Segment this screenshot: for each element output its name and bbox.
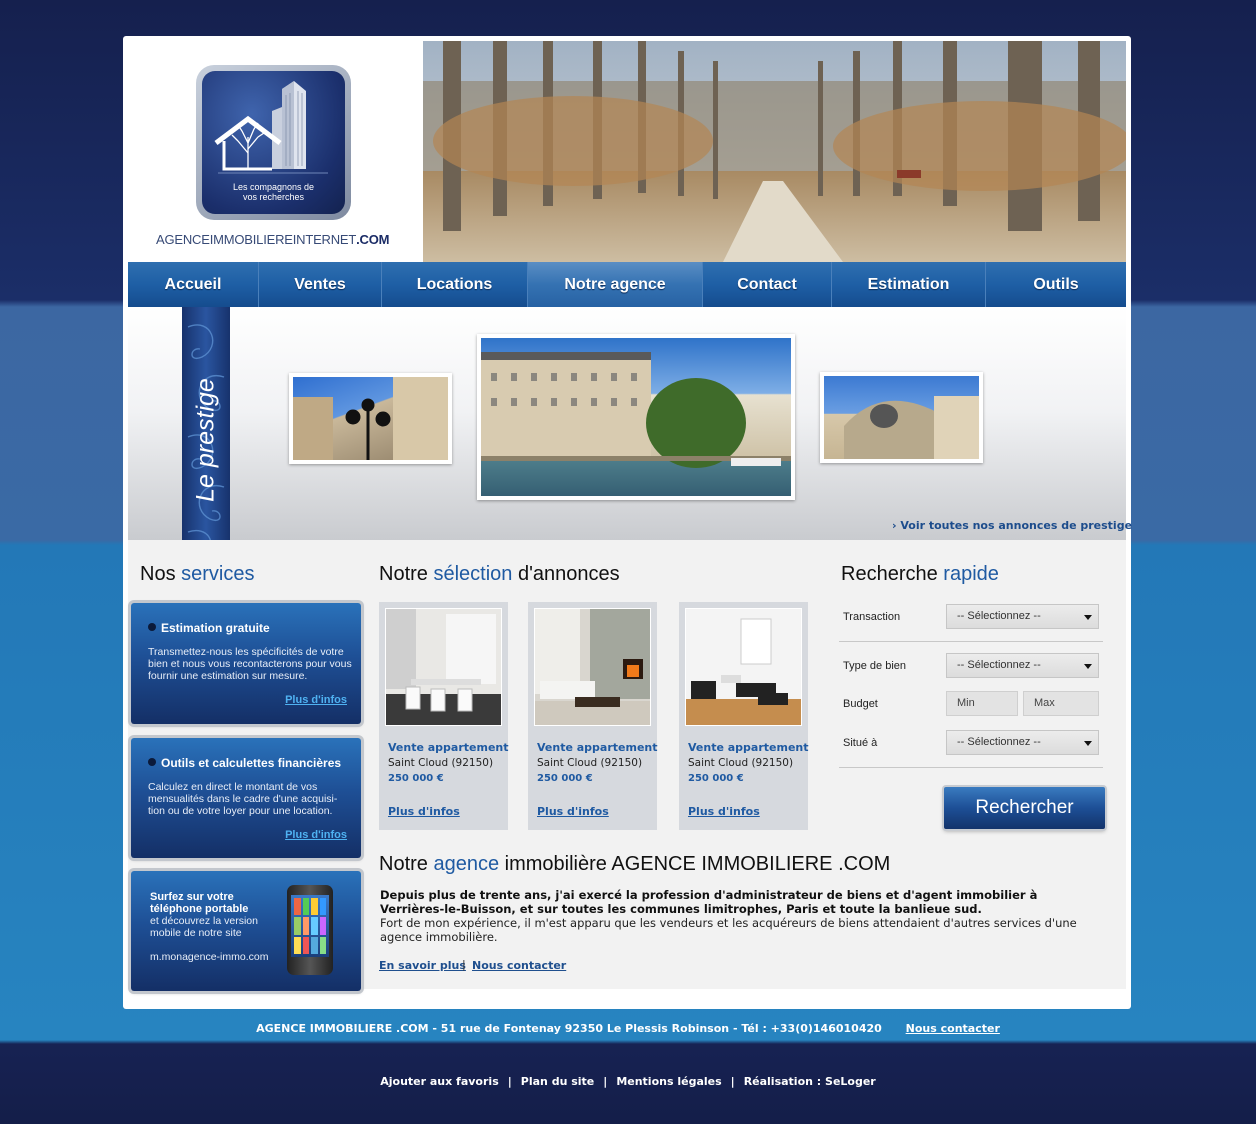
transaction-label: Transaction: [843, 611, 901, 623]
logo[interactable]: Les compagnons de vos recherches: [196, 65, 351, 220]
prestige-label: Le prestige: [191, 378, 220, 502]
listing-title: Vente appartement: [537, 741, 658, 754]
footer-link-sitemap[interactable]: Plan du site: [521, 1075, 595, 1088]
listing-link[interactable]: Plus d'infos: [688, 805, 760, 818]
main-nav: Accueil Ventes Locations Notre agence Co…: [128, 262, 1126, 307]
mobile-url[interactable]: m.monagence-immo.com: [150, 951, 268, 963]
divider: [839, 641, 1103, 642]
budget-min-input[interactable]: Min: [946, 691, 1018, 716]
listing-price: 250 000 €: [688, 773, 744, 784]
listing-card[interactable]: Vente appartement Saint Cloud (92150) 25…: [379, 602, 509, 830]
agency-description: Depuis plus de trente ans, j'ai exercé l…: [380, 888, 1077, 944]
service-title: Outils et calculettes financières: [148, 756, 341, 770]
listing-link[interactable]: Plus d'infos: [537, 805, 609, 818]
footer-link-legal[interactable]: Mentions légales: [616, 1075, 721, 1088]
hero-image: [423, 41, 1126, 262]
listing-location: Saint Cloud (92150): [688, 757, 794, 769]
listing-location: Saint Cloud (92150): [537, 757, 643, 769]
budget-label: Budget: [843, 698, 878, 710]
type-label: Type de bien: [843, 660, 906, 672]
service-title: Estimation gratuite: [148, 621, 270, 635]
prestige-link[interactable]: › Voir toutes nos annonces de prestige: [892, 519, 1132, 532]
nav-ventes[interactable]: Ventes: [259, 262, 382, 307]
nav-accueil[interactable]: Accueil: [128, 262, 259, 307]
footer-separator: |: [603, 1075, 608, 1088]
contact-link[interactable]: Nous contacter: [472, 959, 566, 972]
nav-estimation[interactable]: Estimation: [832, 262, 986, 307]
type-select[interactable]: -- Sélectionnez --: [946, 653, 1099, 678]
footer-links: Ajouter aux favoris | Plan du site | Mention…: [0, 1075, 1256, 1088]
footer-separator: |: [730, 1075, 735, 1088]
search-title: Recherche rapide: [841, 563, 999, 585]
nav-contact[interactable]: Contact: [703, 262, 832, 307]
divider: [839, 767, 1103, 768]
mobile-promo[interactable]: Surfez sur votre téléphone portable et d…: [131, 871, 361, 991]
budget-max-input[interactable]: Max: [1023, 691, 1099, 716]
mobile-text: et découvrez la version mobile de notre …: [150, 915, 258, 939]
link-separator: |: [462, 958, 466, 971]
learn-more-link[interactable]: En savoir plus: [379, 959, 466, 972]
service-card-estimation[interactable]: Estimation gratuite Transmettez-nous les…: [131, 603, 361, 724]
prestige-photo-main[interactable]: [477, 334, 795, 500]
listing-title: Vente appartement: [388, 741, 509, 754]
mobile-title: Surfez sur votre téléphone portable: [150, 891, 249, 915]
site-name[interactable]: AGENCEIMMOBILIEREINTERNET.COM: [156, 232, 392, 247]
service-text: Calculez en direct le montant de vos men…: [148, 781, 338, 817]
location-label: Situé à: [843, 737, 878, 749]
listing-price: 250 000 €: [388, 773, 444, 784]
service-text: Transmettez-nous les spécificités de vot…: [148, 646, 352, 682]
footer-address: AGENCE IMMOBILIERE .COM - 51 rue de Font…: [256, 1022, 882, 1035]
prestige-photo-3[interactable]: [820, 372, 983, 463]
footer-separator: |: [507, 1075, 512, 1088]
listing-photo[interactable]: [534, 608, 651, 726]
smartphone-icon: [287, 885, 333, 975]
listing-title: Vente appartement: [688, 741, 809, 754]
service-link[interactable]: Plus d'infos: [285, 829, 347, 841]
listing-card[interactable]: Vente appartement Saint Cloud (92150) 25…: [679, 602, 809, 830]
transaction-select[interactable]: -- Sélectionnez --: [946, 604, 1099, 629]
listing-location: Saint Cloud (92150): [388, 757, 494, 769]
listing-photo[interactable]: [685, 608, 802, 726]
footer-link-credits[interactable]: Réalisation : SeLoger: [744, 1075, 876, 1088]
agency-title: Notre agence immobilière AGENCE IMMOBILI…: [379, 853, 891, 875]
listing-link[interactable]: Plus d'infos: [388, 805, 460, 818]
location-select[interactable]: -- Sélectionnez --: [946, 730, 1099, 755]
listing-card[interactable]: Vente appartement Saint Cloud (92150) 25…: [528, 602, 658, 830]
footer-address-bar: AGENCE IMMOBILIERE .COM - 51 rue de Font…: [0, 1022, 1256, 1035]
footer-contact-link[interactable]: Nous contacter: [906, 1022, 1000, 1035]
service-card-tools[interactable]: Outils et calculettes financières Calcul…: [131, 738, 361, 858]
nav-outils[interactable]: Outils: [986, 262, 1126, 307]
selection-title: Notre sélection d'annonces: [379, 563, 620, 585]
services-title: Nos services: [140, 563, 255, 585]
search-button[interactable]: Rechercher: [944, 787, 1105, 829]
listing-photo[interactable]: [385, 608, 502, 726]
service-link[interactable]: Plus d'infos: [285, 694, 347, 706]
nav-notre-agence[interactable]: Notre agence: [528, 262, 703, 307]
nav-locations[interactable]: Locations: [382, 262, 528, 307]
listing-price: 250 000 €: [537, 773, 593, 784]
prestige-photo-1[interactable]: [289, 373, 452, 464]
logo-tagline: Les compagnons de vos recherches: [232, 182, 315, 202]
footer-link-favorites[interactable]: Ajouter aux favoris: [380, 1075, 499, 1088]
